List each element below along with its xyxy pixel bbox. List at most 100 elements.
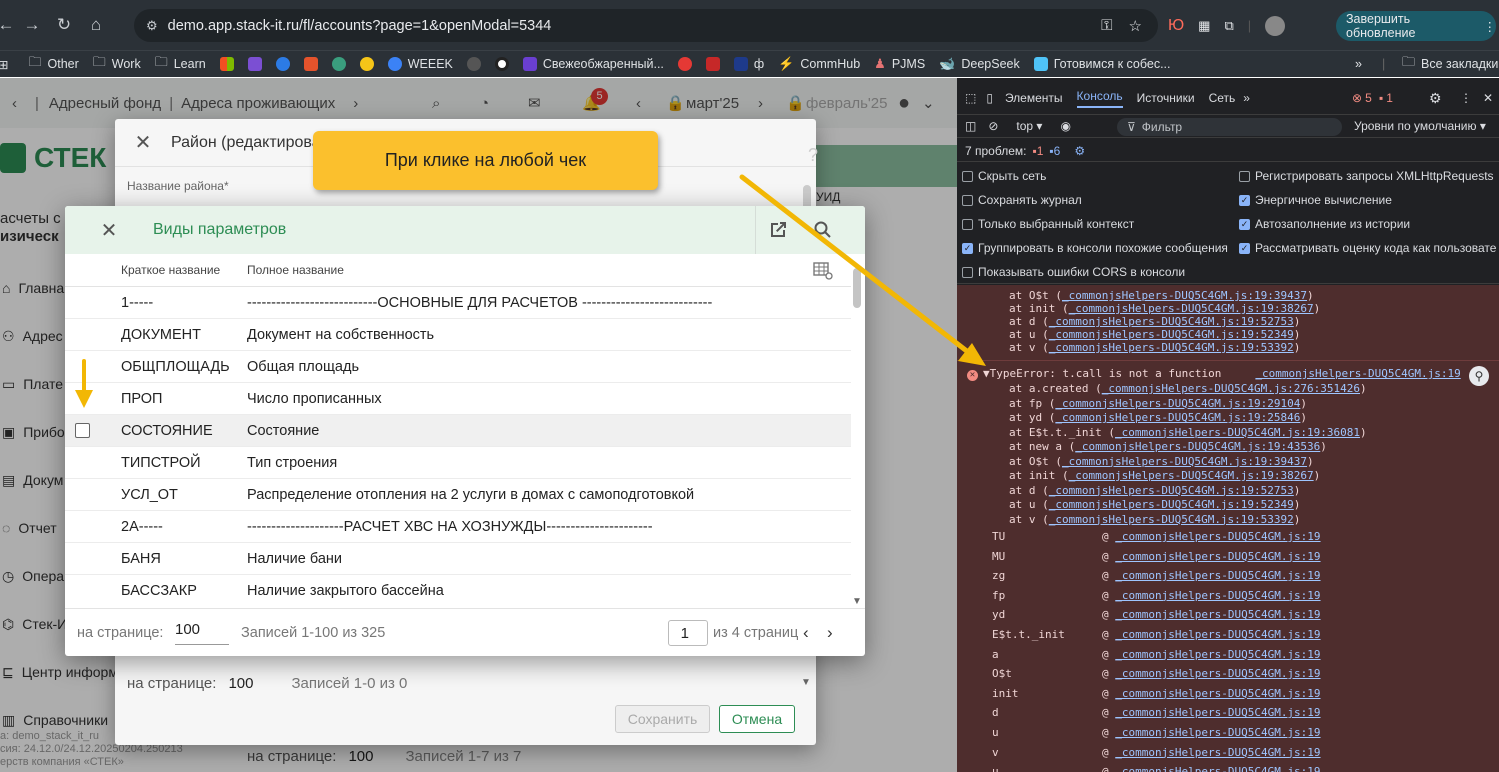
source-link[interactable]: _commonjsHelpers-DUQ5C4GM.js:19:53392	[1049, 341, 1294, 354]
github-favicon-icon[interactable]	[466, 57, 481, 71]
issue-info-badge[interactable]: ▪6	[1049, 144, 1060, 158]
scroll-down-icon[interactable]: ▼	[852, 596, 862, 607]
table-row[interactable]: БАССЗАКР Наличие закрытого бассейна	[65, 575, 851, 605]
kebab-menu-icon[interactable]: ⋮	[1460, 91, 1472, 105]
inspect-icon[interactable]: ⬚	[965, 91, 976, 105]
home-icon[interactable]: ⌂	[80, 9, 112, 41]
console-setting[interactable]: ✓ Энергичное вычисление	[1239, 193, 1392, 207]
issues-settings-icon[interactable]: ⚙	[1074, 144, 1085, 158]
console-setting[interactable]: Скрыть сеть	[962, 169, 1046, 183]
source-link[interactable]: _commonjsHelpers-DUQ5C4GM.js:19:43536	[1075, 440, 1320, 453]
console-setting[interactable]: Показывать ошибки CORS в консоли	[962, 265, 1185, 279]
source-link[interactable]: _commonjsHelpers-DUQ5C4GM.js:19:53392	[1049, 513, 1294, 526]
open-external-icon[interactable]	[755, 206, 799, 254]
eye-icon[interactable]: ◉	[1060, 119, 1070, 133]
issue-error-badge[interactable]: ▪1	[1032, 144, 1043, 158]
warning-counter[interactable]: ▪ 1	[1379, 91, 1393, 105]
frame-link[interactable]: _commonjsHelpers-DUQ5C4GM.js:19	[1115, 706, 1320, 719]
console-setting[interactable]: ✓ Рассматривать оценку кода как пользоват…	[1239, 241, 1496, 255]
error-counter[interactable]: ⊗ 5	[1352, 91, 1372, 105]
console-filter-input[interactable]: ⊽ Фильтр	[1117, 118, 1342, 136]
device-toolbar-icon[interactable]: ▯	[986, 91, 993, 105]
reload-icon[interactable]: ↻	[48, 9, 80, 41]
frame-link[interactable]: _commonjsHelpers-DUQ5C4GM.js:19	[1115, 569, 1320, 582]
table-settings-icon[interactable]	[813, 262, 833, 283]
frame-link[interactable]: _commonjsHelpers-DUQ5C4GM.js:19	[1115, 726, 1320, 739]
tab-network[interactable]: Сеть	[1209, 91, 1236, 105]
checkbox[interactable]: ✓	[1239, 218, 1250, 230]
settings-icon[interactable]: ⚙	[1429, 90, 1442, 107]
forward-icon[interactable]: →	[16, 9, 48, 41]
source-link[interactable]: _commonjsHelpers-DUQ5C4GM.js:19:38267	[1069, 469, 1314, 482]
source-link[interactable]: _commonjsHelpers-DUQ5C4GM.js:19:39437	[1062, 289, 1307, 302]
next-page-icon[interactable]: ›	[827, 623, 833, 643]
frame-link[interactable]: _commonjsHelpers-DUQ5C4GM.js:19	[1115, 530, 1320, 543]
checkbox[interactable]: ✓	[1239, 242, 1250, 254]
tab-elements[interactable]: Элементы	[1005, 91, 1063, 105]
microsoft-favicon-icon[interactable]	[219, 57, 234, 71]
frame-link[interactable]: _commonjsHelpers-DUQ5C4GM.js:19	[1115, 628, 1320, 641]
table-row[interactable]: ТИПСТРОЙ Тип строения	[65, 447, 851, 479]
back-icon[interactable]: ←	[0, 9, 16, 41]
row-checkbox[interactable]	[75, 423, 90, 438]
table-row[interactable]: 2А----- --------------------РАСЧЕТ ХВС НА…	[65, 511, 851, 543]
console-setting[interactable]: Регистрировать запросы XMLHttpRequests	[1239, 169, 1494, 183]
frame-link[interactable]: _commonjsHelpers-DUQ5C4GM.js:19	[1115, 667, 1320, 680]
im-favicon-icon[interactable]	[705, 57, 720, 71]
per-page-value[interactable]: 100	[228, 675, 253, 692]
avatar[interactable]	[1265, 15, 1286, 36]
table-row[interactable]: ОБЩПЛОЩАДЬ Общая площадь	[65, 351, 851, 383]
source-link[interactable]: _commonjsHelpers-DUQ5C4GM.js:19:52753	[1049, 315, 1294, 328]
checkbox[interactable]	[962, 266, 973, 278]
extension-yandex-icon[interactable]: Ю	[1168, 17, 1184, 35]
table-scroll-down-icon[interactable]: ▼	[801, 677, 811, 688]
frame-link[interactable]: _commonjsHelpers-DUQ5C4GM.js:19	[1115, 608, 1320, 621]
bookmark-interview[interactable]: Готовимся к собес...	[1033, 57, 1171, 71]
frame-link[interactable]: _commonjsHelpers-DUQ5C4GM.js:19	[1115, 648, 1320, 661]
source-link[interactable]: _commonjsHelpers-DUQ5C4GM.js:19:52349	[1049, 498, 1294, 511]
search-icon[interactable]	[801, 206, 845, 254]
sidebar-toggle-icon[interactable]: ◫	[965, 119, 976, 133]
close-icon[interactable]: ✕	[65, 218, 153, 243]
source-link[interactable]: _commonjsHelpers-DUQ5C4GM.js:19:29104	[1055, 397, 1300, 410]
bookmark-lb[interactable]: ф	[733, 57, 764, 71]
all-bookmarks[interactable]: 🗀 Все закладки	[1402, 53, 1498, 75]
extensions-icon[interactable]: ⧉	[1224, 18, 1233, 34]
table-row[interactable]: УСЛ_ОТ Распределение отопления на 2 услуг…	[65, 479, 851, 511]
bookmark-work[interactable]: 🗀 Work	[93, 53, 141, 75]
checkbox[interactable]: ✓	[962, 242, 973, 254]
frame-link[interactable]: _commonjsHelpers-DUQ5C4GM.js:19	[1115, 687, 1320, 700]
clear-console-icon[interactable]: ⊘	[988, 119, 998, 133]
bookmark-star-icon[interactable]: ☆	[1129, 17, 1142, 35]
source-link[interactable]: _commonjsHelpers-DUQ5C4GM.js:19:39437	[1062, 455, 1307, 468]
m-favicon-icon[interactable]	[303, 57, 318, 71]
bookmark-coffee[interactable]: Свежеобжаренный...	[522, 57, 664, 71]
table-row[interactable]: ПРОП Число прописанных	[65, 383, 851, 415]
console-setting[interactable]: Только выбранный контекст	[962, 217, 1134, 231]
checkbox[interactable]	[962, 218, 973, 230]
ball-favicon-icon[interactable]	[677, 57, 692, 71]
table-row[interactable]: ДОКУМЕНТ Документ на собственность	[65, 319, 851, 351]
lightbulb-icon[interactable]: ⚲	[1469, 366, 1489, 386]
bookmark-learn[interactable]: 🗀 Learn	[155, 53, 206, 75]
record-favicon-icon[interactable]	[494, 57, 509, 71]
apps-grid-icon[interactable]: ⊞	[0, 57, 8, 72]
qr-icon[interactable]: ▦	[1198, 18, 1210, 34]
cancel-button[interactable]: Отмена	[719, 705, 795, 733]
checkbox[interactable]	[962, 194, 973, 206]
bookmark-weeek[interactable]: WEEEK	[387, 57, 453, 71]
source-link[interactable]: _commonjsHelpers-DUQ5C4GM.js:276:351426	[1102, 382, 1360, 395]
bookmark-pjms[interactable]: ♟ PJMS	[874, 56, 925, 72]
tab-sources[interactable]: Источники	[1137, 91, 1195, 105]
address-bar[interactable]: ⚙ demo.app.stack-it.ru/fl/accounts?page=…	[134, 9, 1158, 42]
close-icon[interactable]: ✕	[115, 130, 171, 155]
password-key-icon[interactable]: ⚿	[1101, 17, 1112, 34]
column-header-short[interactable]: Краткое название	[121, 263, 220, 277]
bookmark-other[interactable]: 🗀 Other	[28, 53, 78, 75]
frame-link[interactable]: _commonjsHelpers-DUQ5C4GM.js:19	[1115, 765, 1320, 772]
console-setting[interactable]: ✓ Группировать в консоли похожие сообщени…	[962, 241, 1228, 255]
frame-link[interactable]: _commonjsHelpers-DUQ5C4GM.js:19	[1115, 589, 1320, 602]
error-source-link[interactable]: _commonjsHelpers-DUQ5C4GM.js:19	[1255, 367, 1460, 380]
scrollbar[interactable]: ▼	[851, 258, 865, 608]
finish-update-button[interactable]: Завершить обновление ⋮	[1336, 11, 1496, 41]
